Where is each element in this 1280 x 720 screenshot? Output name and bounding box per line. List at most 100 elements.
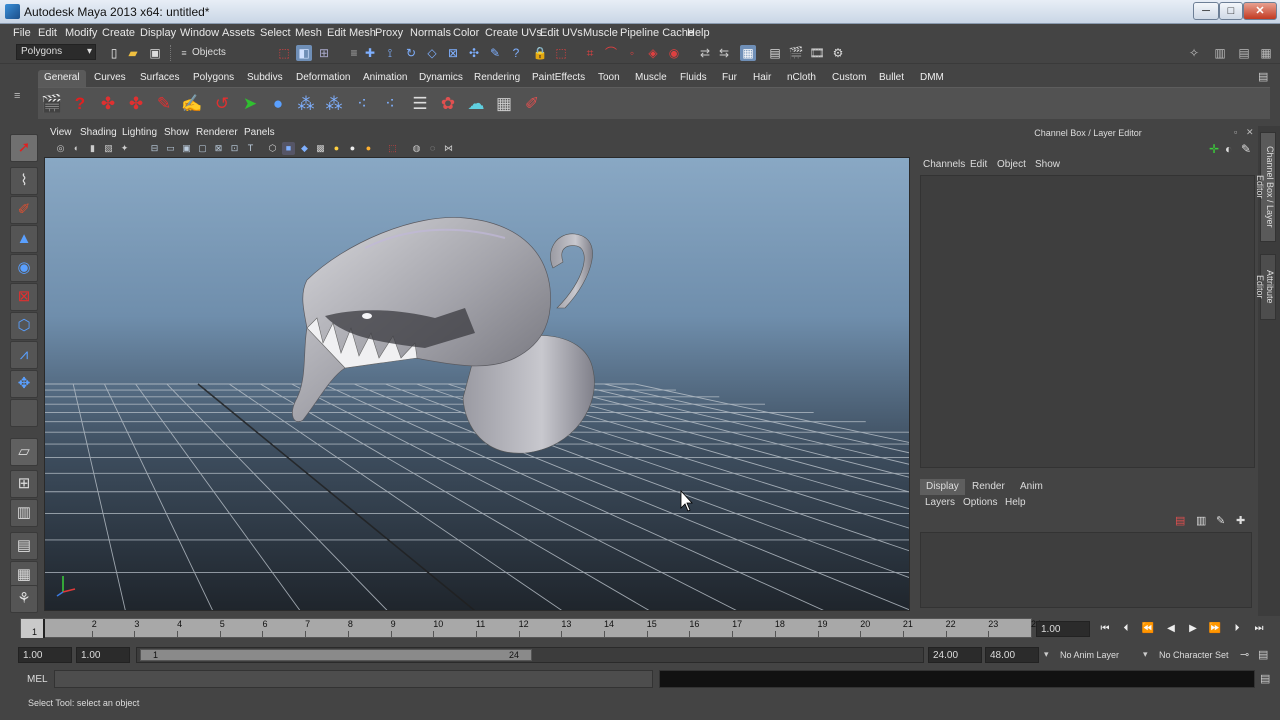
construction-history-icon[interactable]: ▦ (740, 45, 756, 61)
layer-list[interactable] (920, 532, 1252, 608)
select-component-icon[interactable]: ⊞ (316, 45, 332, 61)
film-gate-icon[interactable]: ▭ (164, 142, 177, 155)
shadows-icon[interactable]: ● (346, 142, 359, 155)
move-layer-up-icon[interactable]: ▤ (1175, 514, 1185, 527)
scale-tool-icon[interactable]: ⊠ (10, 283, 38, 311)
menu-edit[interactable]: Edit (38, 27, 57, 39)
layer-menu-layers[interactable]: Layers (925, 497, 955, 508)
new-scene-icon[interactable]: ▯ (106, 45, 122, 61)
show-manipulator-icon[interactable]: ✥ (10, 370, 38, 398)
select-rendering-icon[interactable]: ✎ (487, 45, 503, 61)
viewport-menu-panels[interactable]: Panels (244, 127, 275, 138)
lock-selection-icon[interactable]: 🔒 (532, 45, 548, 61)
mask-menu-icon[interactable]: ≡ (346, 45, 362, 61)
menu-proxy[interactable]: Proxy (375, 27, 403, 39)
shelf-tab-toon[interactable]: Toon (592, 70, 626, 87)
paint-icon[interactable]: ✿ (436, 92, 460, 116)
safe-action-icon[interactable]: ⊡ (228, 142, 241, 155)
menu-edit-mesh[interactable]: Edit Mesh (327, 27, 376, 39)
playback-end-field[interactable]: 24.00 (928, 647, 982, 663)
step-forward-key-icon[interactable]: ⏩ (1208, 622, 1222, 636)
wireframe-icon[interactable]: ⬡ (266, 142, 279, 155)
rotate-tool-icon[interactable]: ◉ (10, 254, 38, 282)
ep-curve-icon[interactable]: ✤ (124, 92, 148, 116)
output-ops-icon[interactable]: ⇆ (716, 45, 732, 61)
channel-box-menu-show[interactable]: Show (1035, 159, 1060, 170)
menuset-dropdown[interactable]: Polygons ▾ (16, 44, 96, 60)
shelf-tab-hair[interactable]: Hair (747, 70, 777, 87)
ipr-render-icon[interactable]: 🎞 (809, 45, 825, 61)
character-set-chevron-icon[interactable]: ▾ (1143, 649, 1148, 660)
camera-select-icon[interactable]: ◎ (54, 142, 67, 155)
menu-mesh[interactable]: Mesh (295, 27, 322, 39)
menu-normals[interactable]: Normals (410, 27, 451, 39)
single-perspective-layout-icon[interactable]: ▱ (10, 438, 38, 466)
new-layer-icon[interactable]: ✎ (1216, 514, 1225, 527)
render-settings-icon[interactable]: ⚙ (830, 45, 846, 61)
channel-box-menu-object[interactable]: Object (997, 159, 1026, 170)
command-input[interactable] (54, 670, 653, 688)
wireframe-on-shaded-icon[interactable]: ◆ (298, 142, 311, 155)
share-icon[interactable]: ⋈ (442, 142, 455, 155)
snap-grid-icon[interactable]: ⌗ (582, 45, 598, 61)
xray-joints-icon[interactable]: ◌ (426, 142, 439, 155)
go-to-start-icon[interactable]: ⏮ (1098, 622, 1112, 636)
mel-label[interactable]: MEL (27, 674, 48, 685)
menu-color[interactable]: Color (453, 27, 479, 39)
shelf-tab-rendering[interactable]: Rendering (468, 70, 526, 87)
layer-tab-display[interactable]: Display (920, 479, 965, 495)
menu-assets[interactable]: Assets (222, 27, 255, 39)
clapper-icon[interactable]: 🎬 (40, 92, 64, 116)
select-object-icon[interactable]: ◧ (296, 45, 312, 61)
safe-title-icon[interactable]: T (244, 142, 257, 155)
character-set-dropdown[interactable]: No Character Set (1159, 650, 1229, 660)
anim-start-field[interactable]: 1.00 (18, 647, 72, 663)
tab-channel-box-layer-editor[interactable]: Channel Box / Layer Editor (1255, 132, 1276, 242)
select-surfaces-icon[interactable]: ◇ (424, 45, 440, 61)
shelf-tab-dmm[interactable]: DMM (914, 70, 950, 87)
outliner-icon[interactable]: ⚘ (10, 585, 38, 613)
auto-key-icon[interactable]: ⊸ (1240, 648, 1249, 661)
gate-mask-icon[interactable]: ▢ (196, 142, 209, 155)
shelf-tab-ncloth[interactable]: nCloth (781, 70, 822, 87)
time-slider[interactable]: 1 23456789101112131415161718192021222324 (20, 618, 1041, 638)
menu-display[interactable]: Display (140, 27, 176, 39)
last-tool-icon[interactable] (10, 399, 38, 427)
channel-box-menu-channels[interactable]: Channels (923, 159, 965, 170)
two-d-pan-icon[interactable]: ✦ (118, 142, 131, 155)
manipulator-icon[interactable]: ✛ (1209, 142, 1219, 156)
menu-window[interactable]: Window (180, 27, 219, 39)
snap-view-plane-icon[interactable]: ◈ (645, 45, 661, 61)
anim-layer-chevron-icon[interactable]: ▾ (1044, 649, 1049, 660)
animation-prefs-icon[interactable]: ▤ (1258, 648, 1268, 661)
isolate-select-icon[interactable]: ⬚ (386, 142, 399, 155)
snap-point-icon[interactable]: ◦ (624, 45, 640, 61)
script-editor-icon[interactable]: ▤ (1260, 672, 1270, 685)
hyper-icon[interactable]: ✎ (1241, 142, 1251, 156)
minimize-button[interactable]: ─ (1193, 2, 1219, 20)
open-scene-icon[interactable]: ▰ (125, 45, 141, 61)
attribute-editor-toggle-icon[interactable]: ▥ (1212, 45, 1228, 61)
layer-tab-anim[interactable]: Anim (1014, 479, 1049, 495)
camera-attributes-icon[interactable]: ◐ (70, 142, 83, 155)
shelf-tab-fluids[interactable]: Fluids (674, 70, 713, 87)
viewport-menu-renderer[interactable]: Renderer (196, 127, 238, 138)
maximize-button[interactable]: □ (1219, 2, 1243, 20)
textured-icon[interactable]: ▩ (314, 142, 327, 155)
lasso-tool-icon[interactable]: ⌇ (10, 167, 38, 195)
close-button[interactable]: ✕ (1243, 2, 1277, 20)
snap-live-icon[interactable]: ◉ (666, 45, 682, 61)
speed-icon[interactable]: ◐ (1225, 142, 1232, 156)
menu-file[interactable]: File (13, 27, 31, 39)
menu-help[interactable]: Help (687, 27, 710, 39)
menu-select[interactable]: Select (260, 27, 291, 39)
cubes-2-icon[interactable]: ⁂ (322, 92, 346, 116)
pencil-curve-icon[interactable]: ✎ (152, 92, 176, 116)
input-ops-icon[interactable]: ⇄ (697, 45, 713, 61)
anim-end-field[interactable]: 48.00 (985, 647, 1039, 663)
cubes-3-icon[interactable]: ⁖ (350, 92, 374, 116)
perspective-viewport[interactable] (44, 157, 910, 611)
persp-outliner-layout-icon[interactable]: ▥ (10, 499, 38, 527)
menu-modify[interactable]: Modify (65, 27, 97, 39)
viewport-menu-show[interactable]: Show (164, 127, 189, 138)
